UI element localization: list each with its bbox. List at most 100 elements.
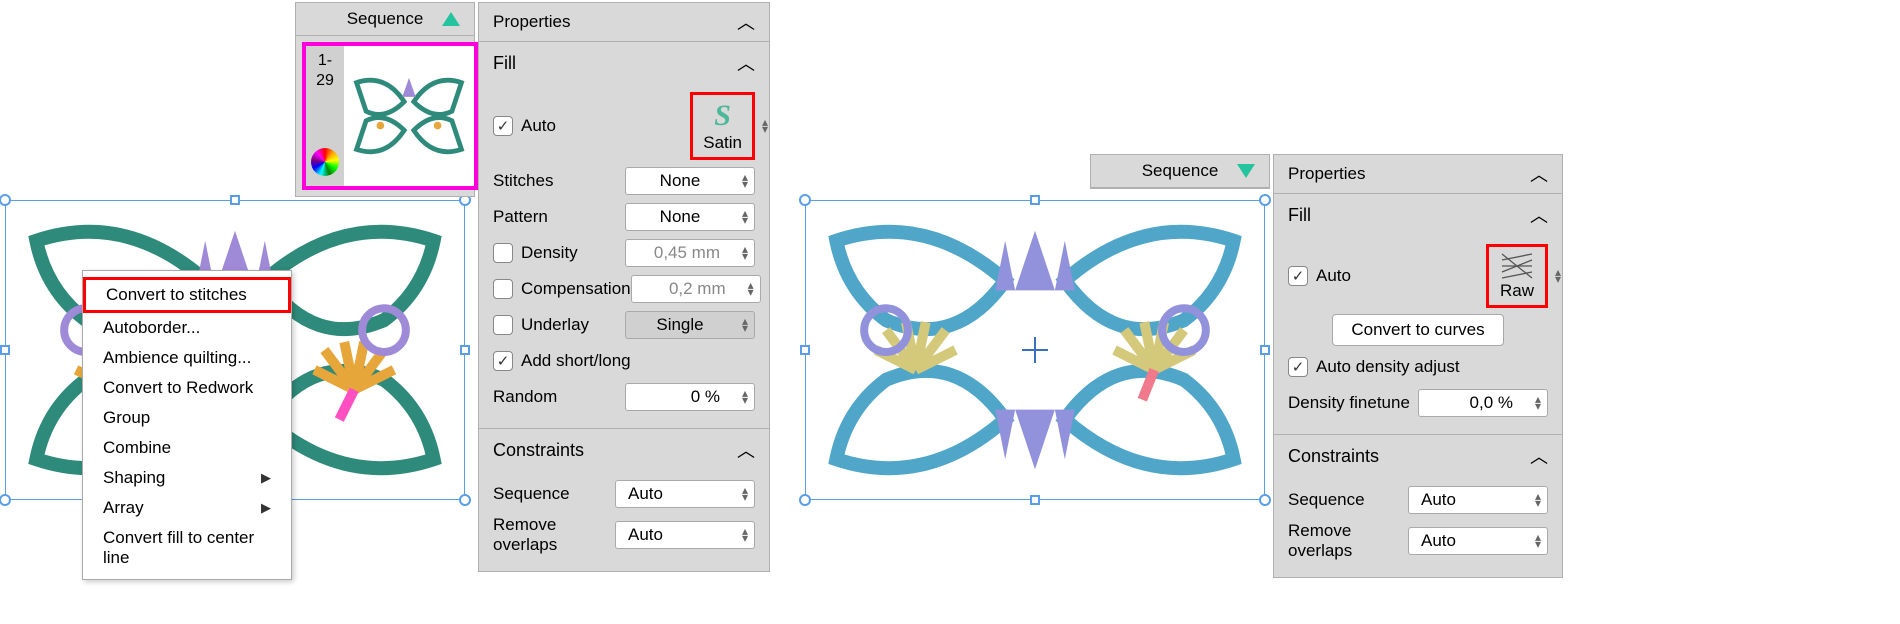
auto-checkbox[interactable]	[1288, 266, 1308, 286]
auto-label: Auto	[521, 116, 556, 136]
sequence-panel: Sequence 1- 29	[295, 2, 475, 197]
selection-frame[interactable]	[805, 200, 1265, 500]
underlay-label: Underlay	[521, 315, 589, 335]
spinner-icon[interactable]: ▴▾	[748, 282, 754, 296]
menu-group[interactable]: Group	[83, 403, 291, 433]
range-to: 29	[316, 72, 334, 90]
spinner-icon[interactable]: ▴▾	[742, 487, 748, 501]
fill-section-header[interactable]: Fill ︿	[479, 42, 769, 80]
spinner-icon[interactable]: ▴▾	[742, 210, 748, 224]
context-menu: Convert to stitches Autoborder... Ambien…	[82, 270, 292, 580]
menu-convert-to-stitches[interactable]: Convert to stitches	[83, 277, 291, 313]
chevron-up-icon: ︿	[1530, 202, 1548, 228]
menu-label: Convert to Redwork	[103, 378, 253, 398]
spinner-icon[interactable]: ▴▾	[1535, 493, 1541, 507]
random-label: Random	[493, 387, 557, 407]
menu-convert-fill-centerline[interactable]: Convert fill to center line	[83, 523, 291, 573]
remove-value[interactable]: Auto▴▾	[615, 521, 755, 549]
chevron-up-icon: ︿	[737, 437, 755, 463]
properties-header[interactable]: Properties ︿	[1274, 155, 1562, 194]
menu-ambience-quilting[interactable]: Ambience quilting...	[83, 343, 291, 373]
menu-label: Group	[103, 408, 150, 428]
finetune-value[interactable]: 0,0 %▴▾	[1418, 389, 1548, 417]
compensation-label: Compensation	[521, 279, 631, 299]
sequence-title: Sequence	[1142, 161, 1219, 181]
auto-density-label: Auto density adjust	[1316, 357, 1460, 377]
sequence-value[interactable]: Auto▴▾	[615, 480, 755, 508]
menu-array[interactable]: Array▶	[83, 493, 291, 523]
sequence-range-sidebar: 1- 29	[306, 46, 344, 186]
spinner-icon[interactable]: ▴▾	[1535, 396, 1541, 410]
menu-label: Convert fill to center line	[103, 528, 271, 568]
sequence-label: Sequence	[493, 484, 570, 504]
properties-title: Properties	[493, 12, 570, 32]
chevron-up-icon: ︿	[1530, 161, 1548, 187]
fill-section: Auto S Satin ▴▾ Stitches None▴▾ Pattern …	[479, 80, 769, 429]
sequence-value[interactable]: Auto▴▾	[1408, 486, 1548, 514]
compensation-checkbox[interactable]	[493, 279, 513, 299]
range-from: 1-	[318, 52, 332, 70]
menu-convert-redwork[interactable]: Convert to Redwork	[83, 373, 291, 403]
constraints-section-header[interactable]: Constraints ︿	[479, 429, 769, 467]
properties-panel: Properties ︿ Fill ︿ Auto Raw ▴▾ Convert …	[1273, 154, 1563, 578]
menu-label: Autoborder...	[103, 318, 200, 338]
density-checkbox[interactable]	[493, 243, 513, 263]
properties-title: Properties	[1288, 164, 1365, 184]
constraints-title: Constraints	[1288, 446, 1379, 467]
spinner-icon[interactable]: ▴▾	[742, 174, 748, 188]
constraints-section: Sequence Auto▴▾ Remove overlaps Auto▴▾	[479, 467, 769, 571]
properties-header[interactable]: Properties ︿	[479, 3, 769, 42]
constraints-section: Sequence Auto▴▾ Remove overlaps Auto▴▾	[1274, 473, 1562, 577]
constraints-title: Constraints	[493, 440, 584, 461]
sequence-thumbnail	[344, 46, 474, 186]
fill-section-header[interactable]: Fill ︿	[1274, 194, 1562, 232]
menu-shaping[interactable]: Shaping ▶	[83, 463, 291, 493]
remove-label: Remove overlaps	[1288, 521, 1408, 561]
menu-autoborder[interactable]: Autoborder...	[83, 313, 291, 343]
sequence-thumbnail-selected[interactable]: 1- 29	[302, 42, 478, 190]
menu-label: Shaping	[103, 468, 165, 488]
short-long-checkbox[interactable]	[493, 351, 513, 371]
sequence-panel: Sequence	[1090, 154, 1270, 189]
sequence-header[interactable]: Sequence	[1091, 155, 1269, 188]
remove-label: Remove overlaps	[493, 515, 615, 555]
satin-icon: S	[714, 99, 731, 133]
underlay-checkbox[interactable]	[493, 315, 513, 335]
fill-type-selector[interactable]: S Satin ▴▾	[690, 92, 755, 160]
random-value[interactable]: 0 %▴▾	[625, 383, 755, 411]
sequence-header[interactable]: Sequence	[296, 3, 474, 36]
fill-type-selector[interactable]: Raw ▴▾	[1486, 244, 1548, 308]
spinner-icon[interactable]: ▴▾	[742, 390, 748, 404]
spinner-icon[interactable]: ▴▾	[742, 528, 748, 542]
collapse-down-icon[interactable]	[1237, 164, 1255, 178]
menu-combine[interactable]: Combine	[83, 433, 291, 463]
raw-icon	[1499, 251, 1535, 281]
sequence-label: Sequence	[1288, 490, 1365, 510]
collapse-up-icon[interactable]	[442, 12, 460, 26]
auto-density-checkbox[interactable]	[1288, 357, 1308, 377]
density-label: Density	[521, 243, 578, 263]
spinner-icon[interactable]: ▴▾	[742, 318, 748, 332]
menu-label: Convert to stitches	[106, 285, 247, 305]
spinner-icon[interactable]: ▴▾	[1555, 269, 1561, 283]
stitches-value[interactable]: None▴▾	[625, 167, 755, 195]
spinner-icon[interactable]: ▴▾	[1535, 534, 1541, 548]
color-wheel-icon[interactable]	[311, 148, 339, 176]
fill-title: Fill	[1288, 205, 1311, 226]
fill-type-label: Raw	[1500, 281, 1534, 301]
finetune-label: Density finetune	[1288, 393, 1410, 413]
density-value[interactable]: 0,45 mm▴▾	[625, 239, 755, 267]
compensation-value[interactable]: 0,2 mm▴▾	[631, 275, 761, 303]
spinner-icon[interactable]: ▴▾	[742, 246, 748, 260]
auto-checkbox[interactable]	[493, 116, 513, 136]
remove-value[interactable]: Auto▴▾	[1408, 527, 1548, 555]
sequence-body: 1- 29	[296, 36, 474, 196]
underlay-value[interactable]: Single▴▾	[625, 311, 755, 339]
menu-label: Combine	[103, 438, 171, 458]
convert-to-curves-button[interactable]: Convert to curves	[1332, 314, 1503, 346]
chevron-up-icon: ︿	[1530, 443, 1548, 469]
pattern-value[interactable]: None▴▾	[625, 203, 755, 231]
constraints-section-header[interactable]: Constraints ︿	[1274, 435, 1562, 473]
spinner-icon[interactable]: ▴▾	[762, 119, 768, 133]
chevron-right-icon: ▶	[261, 470, 271, 486]
